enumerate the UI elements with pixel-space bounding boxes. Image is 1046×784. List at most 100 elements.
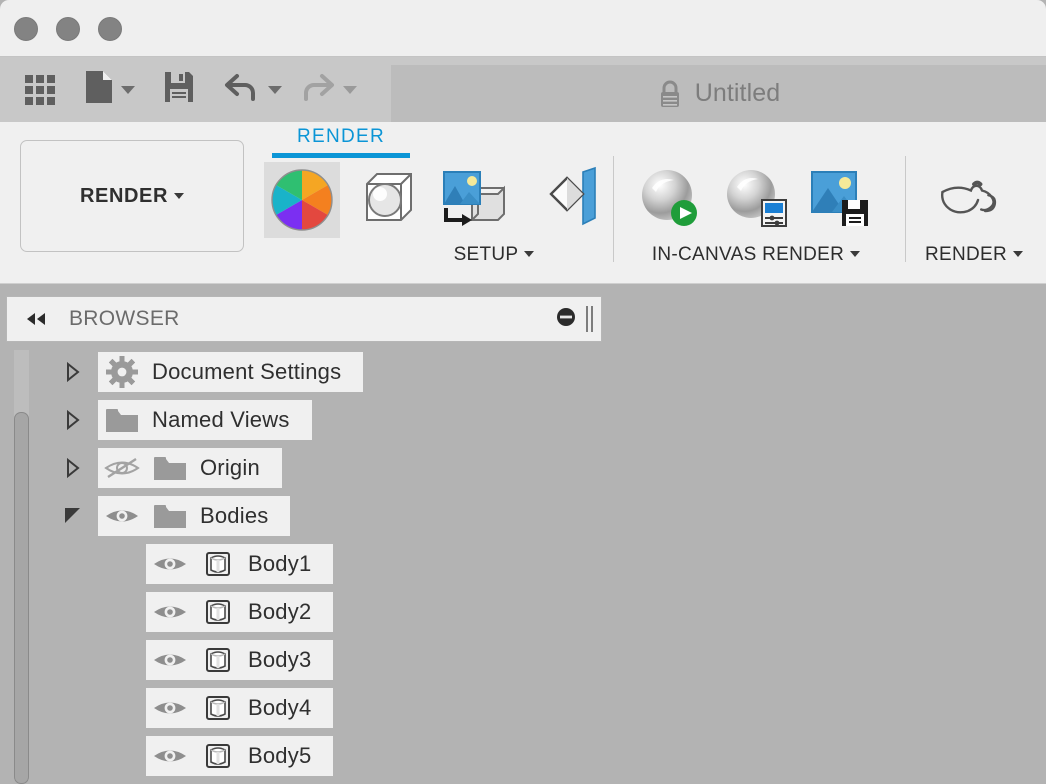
tree-row-body4[interactable]: Body4 [0, 688, 620, 728]
tree-row-named-views[interactable]: Named Views [0, 400, 620, 440]
in-canvas-render-button[interactable] [632, 162, 708, 238]
browser-panel-title: BROWSER [69, 307, 180, 330]
body-cylinder-icon [194, 643, 242, 677]
ribbon: RENDER RENDER SETUP IN-CANVAS RENDER REN… [0, 122, 1046, 284]
body-cylinder-icon [194, 739, 242, 773]
fusion360-window: Untitled RENDER RENDER SETUP IN-CANVAS R… [0, 0, 1046, 784]
eye-visible-icon[interactable] [146, 599, 194, 625]
window-controls [14, 17, 122, 41]
tree-row-chip[interactable]: Body3 [146, 640, 334, 680]
ribbon-group-setup: SETUP [264, 162, 614, 266]
body-cylinder-icon [194, 595, 242, 629]
tree-row-label: Body2 [248, 599, 312, 624]
in-canvas-render-settings-button[interactable] [718, 162, 794, 238]
workspace-switcher-label: RENDER [79, 184, 169, 207]
minimize-button[interactable] [56, 17, 80, 41]
color-wheel-icon [264, 162, 340, 238]
tab-render-label: RENDER [296, 126, 386, 147]
chevron-down-icon [1013, 251, 1024, 257]
ribbon-group-setup-label[interactable]: SETUP [374, 244, 614, 266]
tree-row-label: Origin [200, 455, 260, 480]
texture-map-icon [538, 162, 614, 238]
tree-row-origin[interactable]: Origin [0, 448, 620, 488]
workspace-switcher-button[interactable]: RENDER [20, 140, 244, 252]
scene-settings-button[interactable] [350, 162, 426, 238]
ribbon-separator-1 [613, 156, 614, 262]
save-button[interactable] [151, 57, 207, 122]
document-tab[interactable]: Untitled [391, 65, 1046, 122]
grid-icon [25, 74, 55, 105]
eye-hidden-icon[interactable] [98, 455, 146, 481]
document-title: Untitled [694, 79, 781, 107]
gear-icon [98, 356, 146, 388]
ribbon-separator-2 [905, 156, 906, 262]
tree-row-document-settings[interactable]: Document Settings [0, 352, 620, 392]
eye-visible-icon[interactable] [146, 695, 194, 721]
tree-row-chip[interactable]: Body5 [146, 736, 334, 776]
tree-row-chip[interactable]: Named Views [98, 400, 312, 440]
save-icon [163, 70, 195, 109]
double-chevron-left-icon[interactable] [23, 310, 49, 328]
texture-map-controls-button[interactable] [538, 162, 614, 238]
tree-row-chip[interactable]: Body4 [146, 688, 334, 728]
sphere-in-box-icon [350, 162, 426, 238]
eye-visible-icon[interactable] [98, 503, 146, 529]
chevron-expanded-icon[interactable] [62, 505, 84, 527]
zoom-button[interactable] [98, 17, 122, 41]
redo-icon [298, 70, 336, 109]
folder-icon [146, 502, 194, 530]
tree-row-bodies[interactable]: Bodies [0, 496, 620, 536]
eye-visible-icon[interactable] [146, 551, 194, 577]
folder-icon [98, 406, 146, 434]
sphere-settings-icon [718, 162, 794, 238]
undo-button[interactable] [223, 57, 282, 122]
appearance-button[interactable] [264, 162, 340, 238]
tab-render[interactable]: RENDER [272, 126, 410, 158]
tree-row-body5[interactable]: Body5 [0, 736, 620, 776]
ribbon-group-in-canvas-render: IN-CANVAS RENDER [632, 162, 880, 266]
tree-row-chip[interactable]: Document Settings [98, 352, 364, 392]
capture-image-save-icon [804, 162, 880, 238]
redo-button[interactable] [298, 57, 357, 122]
tree-row-label: Body5 [248, 743, 312, 768]
tree-row-chip[interactable]: Body2 [146, 592, 334, 632]
chevron-down-icon [524, 251, 535, 257]
sphere-play-icon [632, 162, 708, 238]
tree-row-chip[interactable]: Body1 [146, 544, 334, 584]
file-button[interactable] [84, 57, 135, 122]
close-button[interactable] [14, 17, 38, 41]
undo-dropdown-caret[interactable] [268, 85, 282, 94]
minus-circle-icon[interactable] [556, 307, 576, 332]
tree-row-chip[interactable]: Origin [98, 448, 282, 488]
decal-button[interactable] [436, 162, 512, 238]
eye-visible-icon[interactable] [146, 647, 194, 673]
tree-row-body2[interactable]: Body2 [0, 592, 620, 632]
tree-row-label: Bodies [200, 503, 269, 528]
tree-row-label: Body3 [248, 647, 312, 672]
ribbon-group-render: RENDER [925, 162, 1024, 266]
show-data-panel-button[interactable] [12, 57, 68, 122]
lock-icon [657, 79, 683, 109]
chevron-down-icon [174, 193, 185, 199]
render-button[interactable] [925, 162, 1001, 238]
body-cylinder-icon [194, 547, 242, 581]
chevron-collapsed-icon[interactable] [62, 409, 84, 431]
redo-dropdown-caret[interactable] [343, 85, 357, 94]
eye-visible-icon[interactable] [146, 743, 194, 769]
capture-image-button[interactable] [804, 162, 880, 238]
chevron-collapsed-icon[interactable] [62, 361, 84, 383]
file-dropdown-caret[interactable] [121, 85, 135, 94]
file-icon [84, 69, 114, 110]
tree-row-body3[interactable]: Body3 [0, 640, 620, 680]
chevron-down-icon [850, 251, 861, 257]
quick-access-toolbar: Untitled [0, 57, 1046, 122]
resize-grip-icon[interactable] [586, 306, 593, 332]
ribbon-group-render-label[interactable]: RENDER [925, 244, 1024, 266]
tree-row-body1[interactable]: Body1 [0, 544, 620, 584]
tree-row-chip[interactable]: Bodies [98, 496, 291, 536]
ribbon-group-in-canvas-render-label[interactable]: IN-CANVAS RENDER [632, 244, 880, 266]
browser-tree: Document Settings Named Views Origin Bodies… [0, 352, 620, 784]
tree-row-label: Document Settings [152, 359, 342, 384]
quick-access-items [12, 57, 357, 122]
chevron-collapsed-icon[interactable] [62, 457, 84, 479]
